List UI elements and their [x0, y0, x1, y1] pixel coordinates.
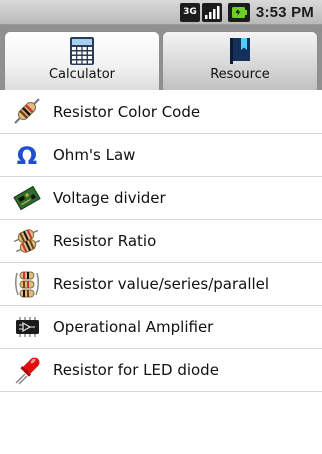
- circuit-board-icon: [13, 185, 41, 211]
- signal-icon: [201, 3, 222, 22]
- item-label: Voltage divider: [53, 189, 166, 207]
- list-item-resistor-ratio[interactable]: Resistor Ratio: [0, 220, 322, 263]
- item-label: Operational Amplifier: [53, 318, 214, 336]
- 3g-icon: 3G: [179, 3, 200, 22]
- list-item-ohms-law[interactable]: Ω Ohm's Law: [0, 134, 322, 177]
- svg-text:Ω: Ω: [17, 142, 37, 170]
- tab-resource[interactable]: Resource: [162, 31, 318, 90]
- list-item-voltage-divider[interactable]: Voltage divider: [0, 177, 322, 220]
- menu-list: Resistor Color Code Ω Ohm's Law Voltage …: [0, 91, 322, 392]
- tab-calculator-label: Calculator: [48, 67, 115, 82]
- item-label: Resistor Color Code: [53, 103, 201, 121]
- list-item-resistor-series-parallel[interactable]: Resistor value/series/parallel: [0, 263, 322, 306]
- resistor-network-icon: [14, 271, 40, 298]
- list-item-operational-amplifier[interactable]: Operational Amplifier: [0, 306, 322, 349]
- resistor-pair-icon: [13, 229, 41, 253]
- led-icon: [15, 357, 40, 385]
- book-icon: [230, 38, 250, 64]
- tab-bar: Calculator Resource: [0, 25, 322, 116]
- tab-calculator[interactable]: Calculator: [4, 31, 160, 90]
- tab-resource-label: Resource: [210, 67, 270, 82]
- item-label: Resistor for LED diode: [53, 361, 219, 379]
- list-item-resistor-for-led[interactable]: Resistor for LED diode: [0, 349, 322, 392]
- item-label: Resistor Ratio: [53, 232, 157, 250]
- item-label: Ohm's Law: [53, 146, 136, 164]
- status-icons: 3G 3:53 PM: [179, 2, 314, 23]
- battery-icon: [227, 3, 250, 22]
- item-label: Resistor value/series/parallel: [53, 275, 270, 293]
- resistor-icon: [14, 98, 40, 124]
- op-amp-chip-icon: [16, 317, 39, 337]
- status-bar: 3G 3:53 PM: [0, 0, 322, 25]
- omega-icon: Ω: [17, 142, 37, 170]
- calculator-icon: [70, 37, 94, 65]
- list-item-resistor-color-code[interactable]: Resistor Color Code: [0, 91, 322, 134]
- status-time: 3:53 PM: [255, 4, 314, 21]
